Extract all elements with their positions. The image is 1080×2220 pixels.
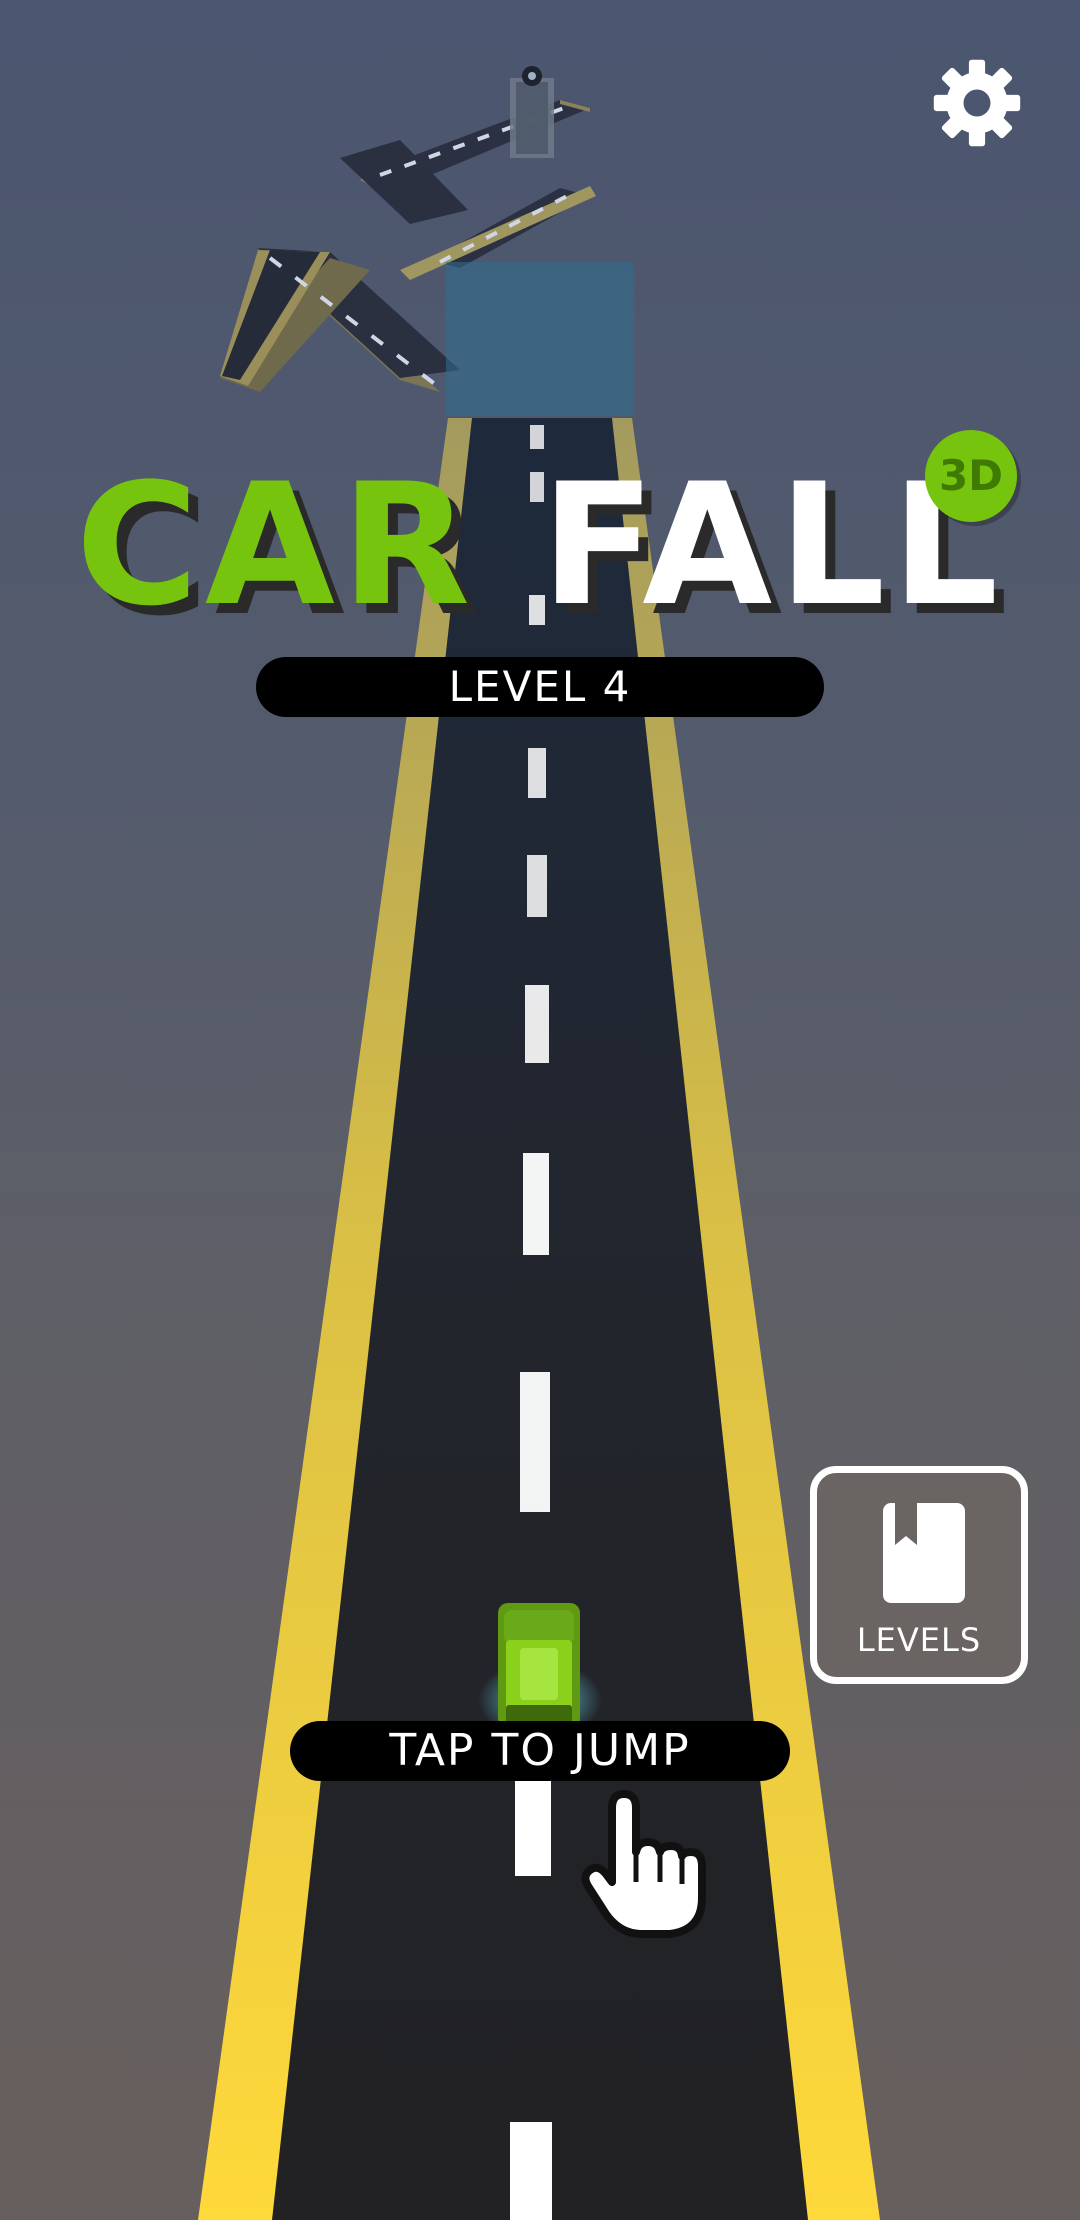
level-indicator: LEVEL 4 xyxy=(256,657,824,717)
game-title: CAR FALL xyxy=(0,461,1080,629)
gap-marker-block xyxy=(446,262,634,416)
book-icon xyxy=(883,1503,965,1603)
title-word-car: CAR xyxy=(75,447,477,643)
game-scene[interactable] xyxy=(0,0,1080,2220)
levels-button[interactable]: LEVELS xyxy=(810,1466,1028,1684)
levels-label: LEVELS xyxy=(856,1621,982,1659)
title-3d-badge: 3D xyxy=(925,430,1017,522)
tap-to-jump-hint: TAP TO JUMP xyxy=(290,1721,790,1781)
gear-icon[interactable] xyxy=(932,58,1022,148)
pointer-hand-icon xyxy=(581,1790,706,1938)
